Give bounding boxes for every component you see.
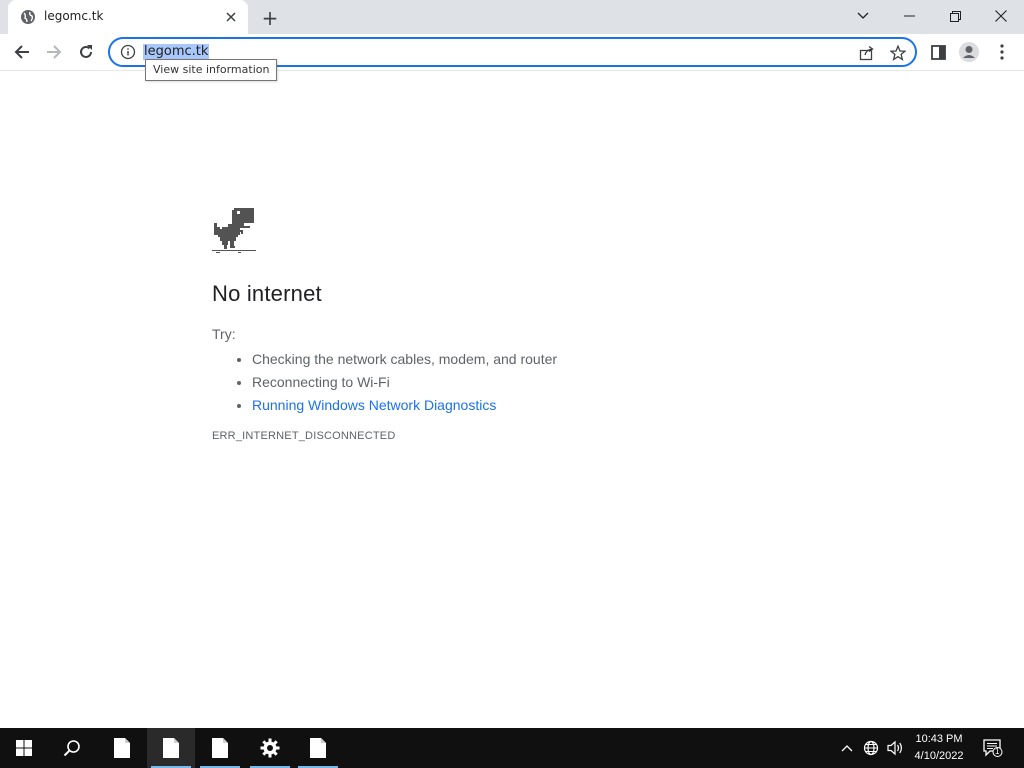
globe-icon	[21, 10, 35, 24]
show-hidden-icons-icon[interactable]	[838, 728, 856, 768]
error-page: No internet Try: Checking the network ca…	[212, 206, 772, 442]
suggestion-item: Checking the network cables, modem, and …	[252, 348, 772, 371]
back-icon[interactable]	[8, 38, 36, 66]
new-tab-button[interactable]: +	[258, 6, 282, 30]
star-icon[interactable]	[889, 44, 907, 62]
tab-close-icon[interactable]	[222, 8, 240, 26]
file-icon[interactable]	[147, 728, 195, 768]
suggestion-item: Reconnecting to Wi-Fi	[252, 371, 772, 394]
browser-tab[interactable]: legomc.tk	[8, 0, 248, 34]
close-icon[interactable]	[978, 0, 1024, 32]
settings-gear-icon[interactable]	[246, 728, 294, 768]
url-text[interactable]: legomc.tk	[143, 44, 210, 60]
clock-time: 10:43 PM	[915, 733, 963, 745]
clock[interactable]: 10:43 PM 4/10/2022	[906, 731, 972, 765]
windows-start-icon[interactable]	[0, 728, 48, 768]
dinosaur-icon	[212, 208, 256, 253]
file-icon[interactable]	[98, 728, 146, 768]
taskbar: 10:43 PM 4/10/2022 1	[0, 728, 1024, 768]
file-icon[interactable]	[294, 728, 342, 768]
file-icon[interactable]	[196, 728, 244, 768]
network-diagnostics-link[interactable]: Running Windows Network Diagnostics	[252, 394, 772, 417]
suggestion-list: Checking the network cables, modem, and …	[212, 348, 772, 417]
page-title: No internet	[212, 281, 322, 306]
notification-count: 1	[995, 747, 1000, 756]
menu-icon[interactable]	[988, 38, 1016, 66]
side-panel-icon[interactable]	[924, 38, 952, 66]
site-info-icon[interactable]	[120, 44, 136, 60]
notification-center-icon[interactable]: 1	[980, 728, 1006, 768]
try-label: Try:	[212, 326, 236, 342]
tab-search-icon[interactable]	[840, 0, 886, 32]
site-info-tooltip: View site information	[145, 59, 278, 81]
reload-icon[interactable]	[72, 38, 100, 66]
profile-icon[interactable]	[955, 38, 983, 66]
forward-icon[interactable]	[40, 38, 68, 66]
minimize-icon[interactable]	[886, 0, 932, 32]
search-icon[interactable]	[48, 728, 96, 768]
clock-date: 4/10/2022	[914, 750, 964, 762]
share-icon[interactable]	[858, 44, 876, 62]
restore-icon[interactable]	[932, 0, 978, 32]
tab-strip: legomc.tk +	[0, 0, 1024, 34]
volume-icon[interactable]	[884, 728, 906, 768]
tab-title: legomc.tk	[44, 9, 104, 23]
error-code: ERR_INTERNET_DISCONNECTED	[212, 430, 396, 442]
network-globe-icon[interactable]	[860, 728, 882, 768]
